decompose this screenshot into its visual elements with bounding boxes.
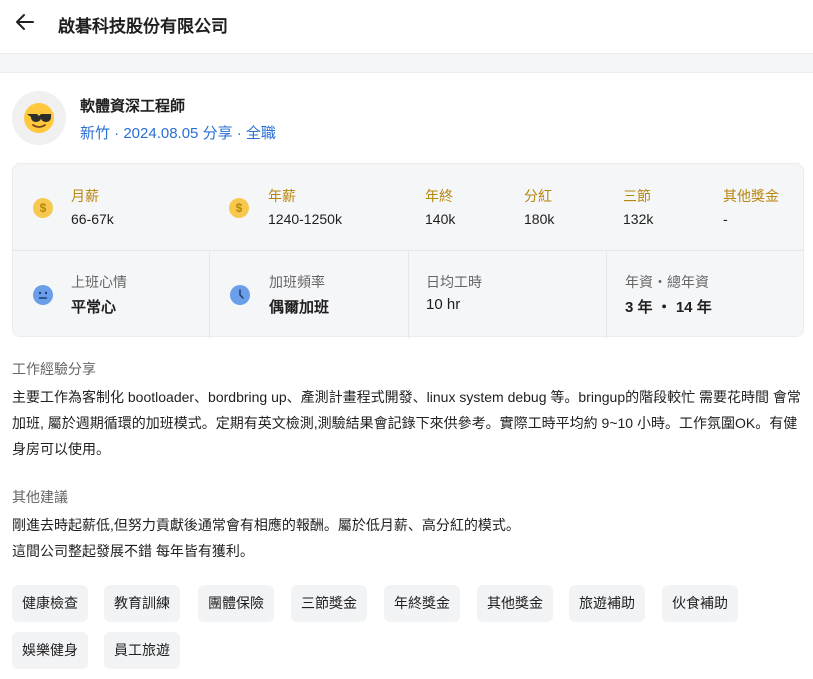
dollar-coin-icon: $ <box>33 198 53 218</box>
salary-row: $ 月薪 66-67k $ 年薪 1240-1250k 年終 140k 分紅 1… <box>13 164 803 251</box>
benefit-tag[interactable]: 健康檢查 <box>12 585 88 622</box>
benefit-tag[interactable]: 教育訓練 <box>104 585 180 622</box>
benefit-tag[interactable]: 娛樂健身 <box>12 632 88 669</box>
work-row: 上班心情 平常心 加班頻率 偶爾加班 日均工時 10 hr 年資・總年資 3 年… <box>13 252 803 338</box>
experience-body: 主要工作為客制化 bootloader、bordbring up、產測計畫程式開… <box>12 389 801 457</box>
overtime: 加班頻率 偶爾加班 <box>209 252 408 338</box>
other-label: 其他獎金 <box>723 188 779 204</box>
company-name[interactable]: 啟碁科技股份有限公司 <box>58 12 228 37</box>
annual-salary: $ 年薪 1240-1250k <box>209 164 409 251</box>
mood: 上班心情 平常心 <box>13 252 209 338</box>
benefit-tag[interactable]: 伙食補助 <box>662 585 738 622</box>
advice-line-2: 這間公司整起發展不錯 每年皆有獲利。 <box>12 543 254 559</box>
benefit-tag[interactable]: 其他獎金 <box>477 585 553 622</box>
advice-line-1: 剛進去時起薪低,但努力貢獻後通常會有相應的報酬。屬於低月薪、高分紅的模式。 <box>12 517 520 533</box>
monthly-label: 月薪 <box>71 188 99 204</box>
hours-value: 10 hr <box>426 296 461 313</box>
overtime-value: 偶爾加班 <box>269 299 330 316</box>
annual-label: 年薪 <box>268 188 296 204</box>
back-arrow-icon[interactable] <box>13 10 37 34</box>
bonus-value: 180k <box>524 211 555 227</box>
seniority-label: 年資・總年資 <box>625 274 709 290</box>
benefit-tag[interactable]: 三節獎金 <box>291 585 367 622</box>
yearend-bonus: 年終 140k <box>425 164 515 251</box>
seniority: 年資・總年資 3 年 ・ 14 年 <box>606 252 803 338</box>
top-bar: 啟碁科技股份有限公司 <box>0 0 813 54</box>
festival-value: 132k <box>623 211 654 227</box>
profit-share: 分紅 180k <box>524 164 614 251</box>
benefit-tag[interactable]: 員工旅遊 <box>104 632 180 669</box>
sunglasses-emoji-icon <box>24 103 54 133</box>
daily-hours: 日均工時 10 hr <box>408 252 606 338</box>
festival-bonus: 三節 132k <box>623 164 713 251</box>
seniority-value: 3 年 ・ 14 年 <box>625 299 712 316</box>
job-title: 軟體資深工程師 <box>80 98 186 115</box>
benefit-tag[interactable]: 年終獎金 <box>384 585 460 622</box>
other-value: - <box>723 211 728 227</box>
clock-icon <box>230 285 250 305</box>
benefit-tag[interactable]: 團體保險 <box>198 585 274 622</box>
hours-label: 日均工時 <box>426 274 482 290</box>
neutral-face-icon <box>33 285 53 305</box>
overtime-label: 加班頻率 <box>269 274 325 290</box>
bonus-label: 分紅 <box>524 188 552 204</box>
festival-label: 三節 <box>623 188 651 204</box>
annual-value: 1240-1250k <box>268 211 342 227</box>
benefit-tag[interactable]: 旅遊補助 <box>569 585 645 622</box>
mood-value: 平常心 <box>71 299 117 316</box>
monthly-salary: $ 月薪 66-67k <box>13 164 209 251</box>
yearend-value: 140k <box>425 211 456 227</box>
experience-title: 工作經驗分享 <box>12 361 96 377</box>
advice-title: 其他建議 <box>12 489 68 505</box>
dollar-coin-icon: $ <box>229 198 249 218</box>
yearend-label: 年終 <box>425 188 453 204</box>
mood-label: 上班心情 <box>71 274 127 290</box>
post-meta[interactable]: 新竹 · 2024.08.05 分享 · 全職 <box>80 122 276 143</box>
other-bonus: 其他獎金 - <box>723 164 803 251</box>
salary-post-card: 軟體資深工程師 新竹 · 2024.08.05 分享 · 全職 $ 月薪 66-… <box>0 72 813 679</box>
monthly-value: 66-67k <box>71 211 114 227</box>
stats-panel: $ 月薪 66-67k $ 年薪 1240-1250k 年終 140k 分紅 1… <box>12 163 804 338</box>
avatar <box>12 91 66 145</box>
